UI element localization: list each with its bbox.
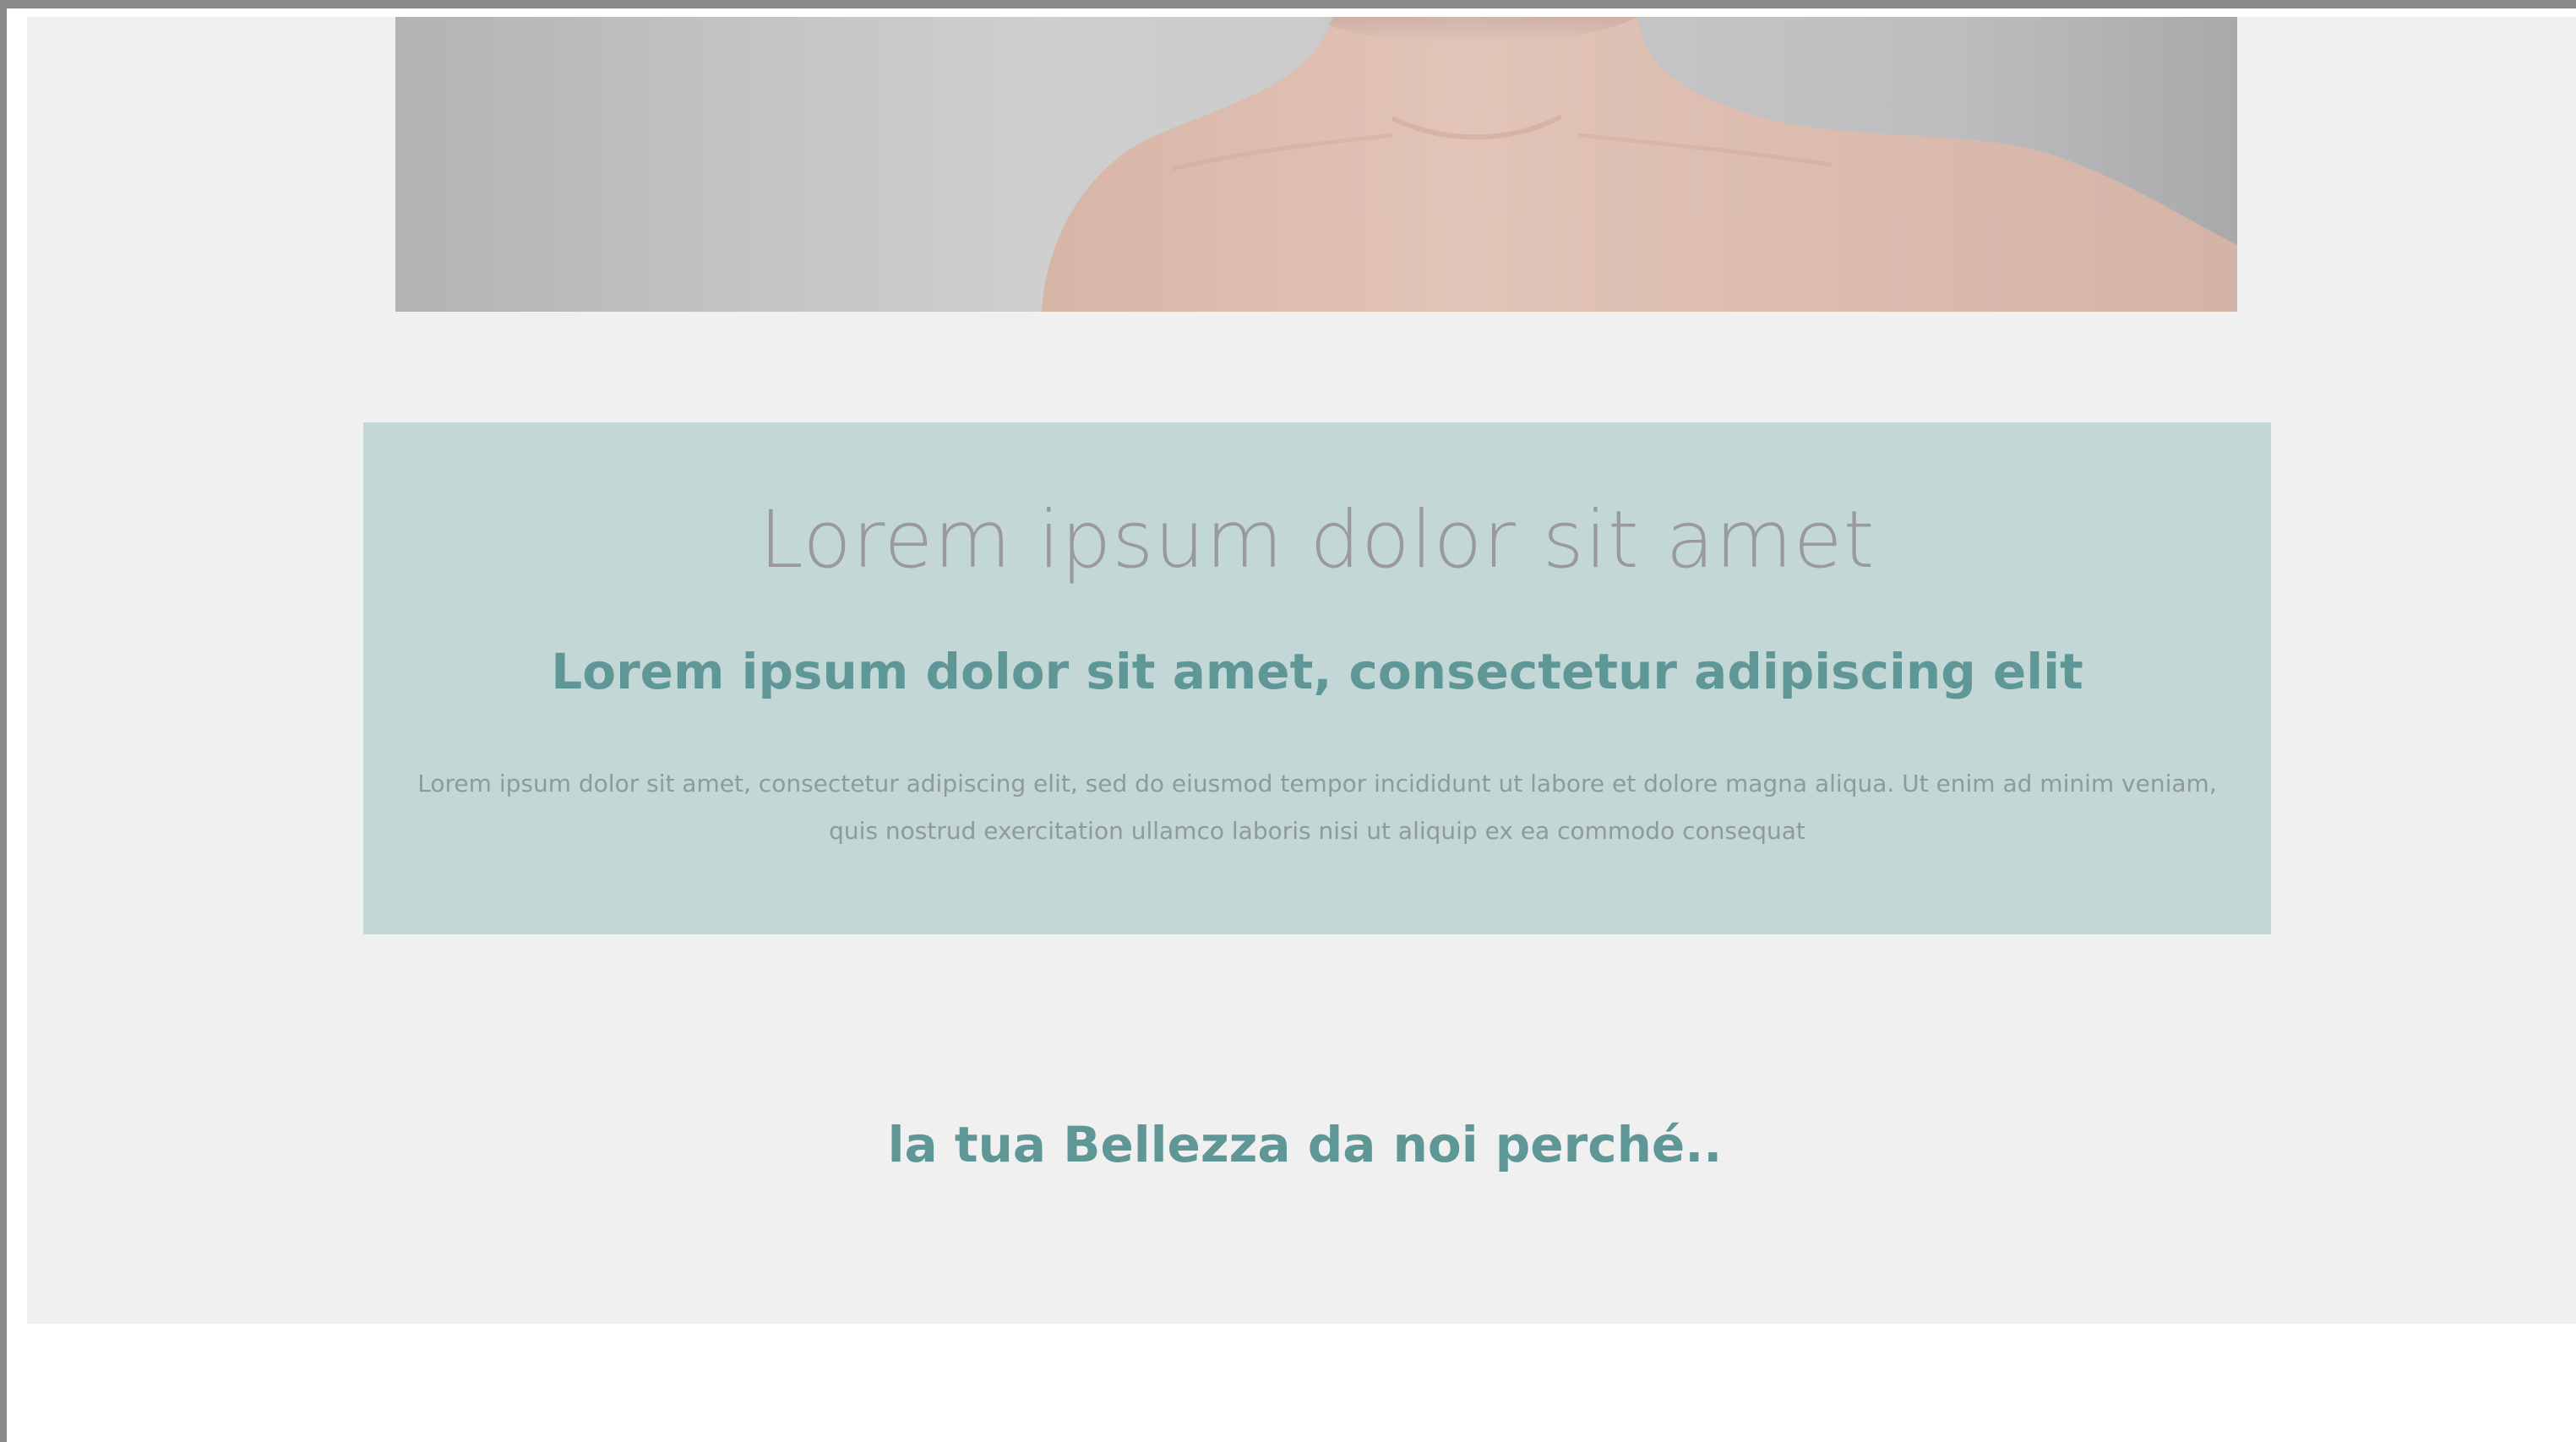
info-card: Lorem ipsum dolor sit amet Lorem ipsum d… bbox=[363, 422, 2271, 934]
page-section: Lorem ipsum dolor sit amet Lorem ipsum d… bbox=[27, 17, 2576, 1324]
card-body-text: Lorem ipsum dolor sit amet, consectetur … bbox=[417, 770, 2217, 845]
card-title: Lorem ipsum dolor sit amet bbox=[759, 494, 1876, 586]
card-subtitle: Lorem ipsum dolor sit amet, consectetur … bbox=[551, 643, 2083, 700]
section-heading: la tua Bellezza da noi perché.. bbox=[887, 1116, 1723, 1173]
hero-image bbox=[395, 17, 2237, 312]
browser-frame: Lorem ipsum dolor sit amet Lorem ipsum d… bbox=[0, 0, 2576, 1442]
shoulders-illustration bbox=[1042, 17, 2237, 312]
